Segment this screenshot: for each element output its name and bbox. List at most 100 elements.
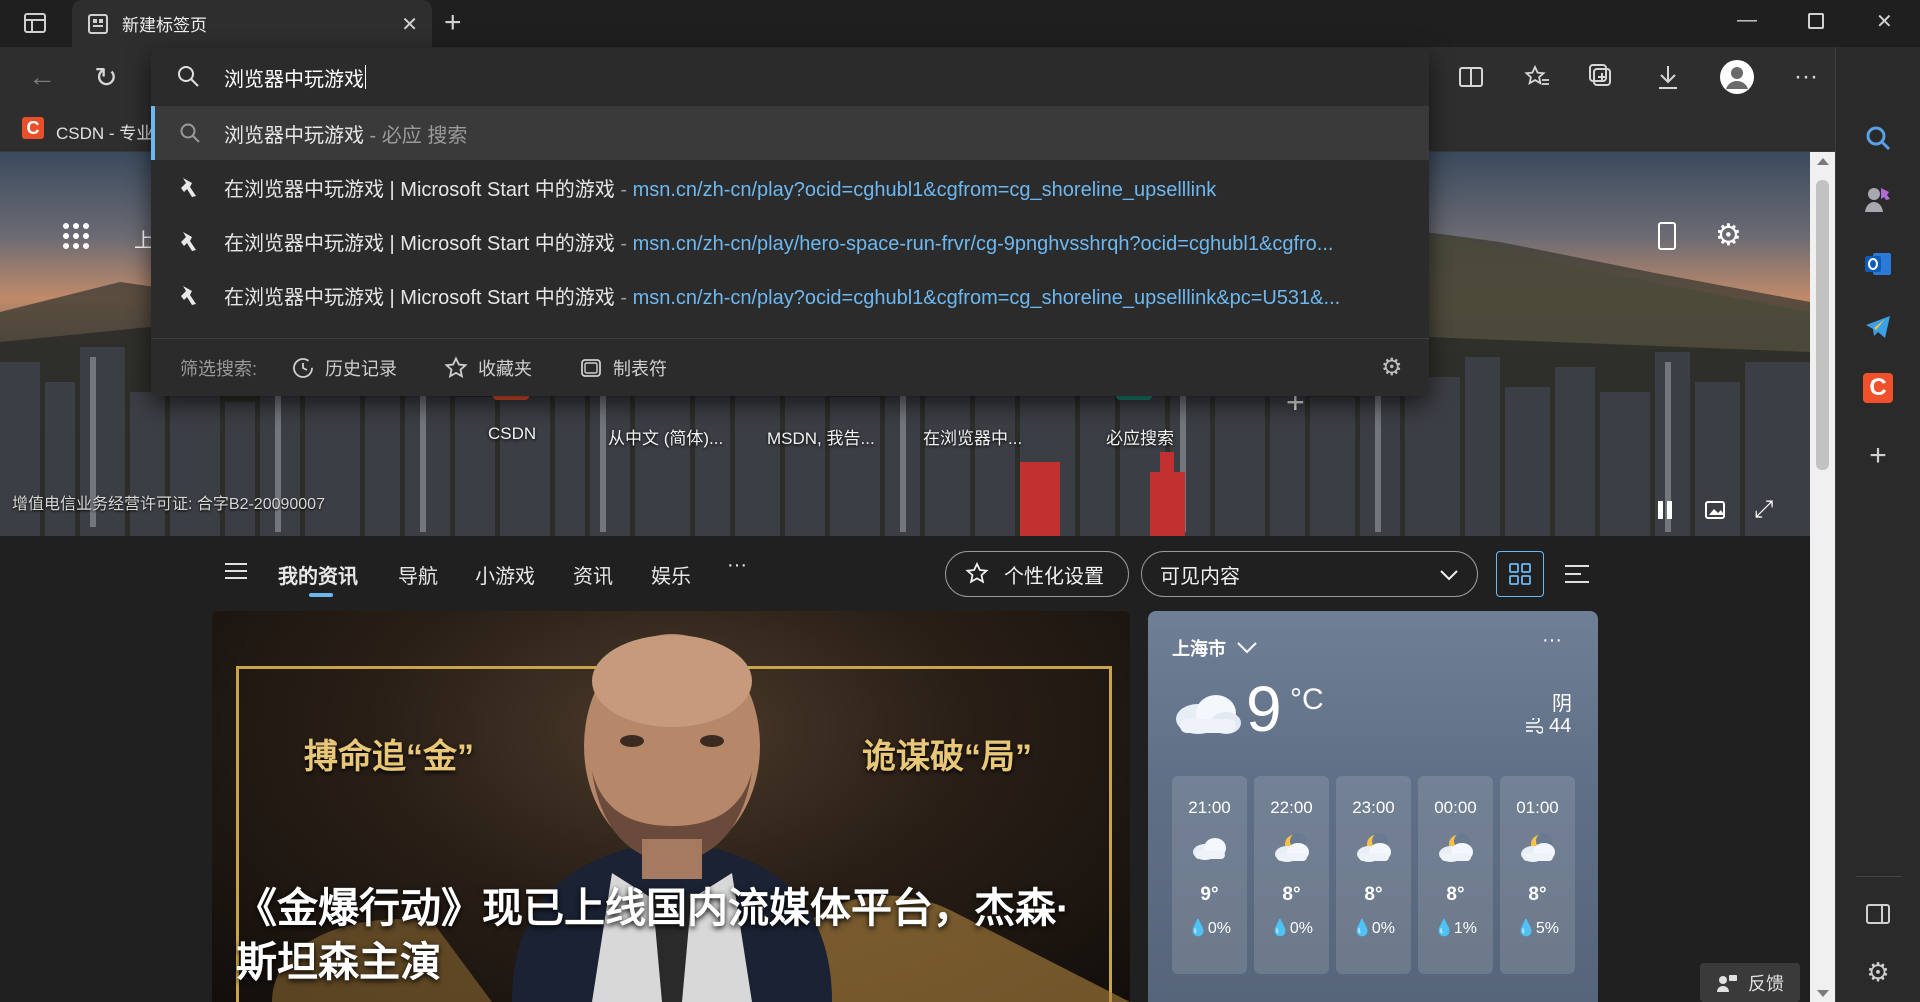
weather-unit: °C bbox=[1290, 683, 1324, 716]
sidebar-csdn-icon[interactable]: C bbox=[1863, 373, 1893, 403]
history-icon bbox=[291, 356, 315, 380]
refresh-icon[interactable]: ↻ bbox=[92, 62, 120, 93]
grid-view-button[interactable] bbox=[1496, 551, 1544, 597]
news-tab-my-feed[interactable]: 我的资讯 bbox=[278, 560, 358, 589]
hourly-forecast-item[interactable]: 23:00 8° 💧0% bbox=[1336, 776, 1411, 974]
weather-condition: 阴 bbox=[1552, 693, 1572, 715]
visible-content-select[interactable]: 可见内容 bbox=[1141, 551, 1478, 597]
more-options-icon[interactable]: ··· bbox=[1792, 63, 1820, 91]
sidebar-add-icon[interactable]: + bbox=[1861, 439, 1895, 473]
hourly-time: 00:00 bbox=[1434, 798, 1477, 817]
text-cursor bbox=[365, 65, 366, 89]
personalize-button[interactable]: 个性化设置 bbox=[945, 551, 1129, 597]
pause-icon[interactable] bbox=[1656, 500, 1674, 520]
hourly-forecast-item[interactable]: 22:00 8° 💧0% bbox=[1254, 776, 1329, 974]
quicklink-label[interactable]: 在浏览器中... bbox=[923, 424, 1022, 449]
hourly-temp: 8° bbox=[1282, 884, 1301, 905]
workspaces-icon[interactable] bbox=[24, 13, 46, 33]
suggestion-suffix: - 必应 搜索 bbox=[364, 124, 468, 147]
apps-launcher-icon[interactable] bbox=[62, 222, 90, 250]
restore-icon[interactable] bbox=[1808, 13, 1824, 29]
quicklink-label[interactable]: 从中文 (简体)... bbox=[608, 424, 723, 449]
tabs-icon bbox=[579, 356, 603, 380]
suggestion-history[interactable]: 在浏览器中玩游戏 | Microsoft Start 中的游戏 - msn.cn… bbox=[151, 160, 1429, 214]
suggestion-history[interactable]: 在浏览器中玩游戏 | Microsoft Start 中的游戏 - msn.cn… bbox=[151, 214, 1429, 268]
news-more-button[interactable]: ··· bbox=[727, 554, 747, 577]
suggestion-url: msn.cn/zh-cn/play/hero-space-run-frvr/cg… bbox=[632, 232, 1334, 255]
suggestion-history[interactable]: 在浏览器中玩游戏 | Microsoft Start 中的游戏 - msn.cn… bbox=[151, 268, 1429, 322]
scroll-down-arrow-icon[interactable] bbox=[1817, 990, 1829, 997]
air-quality-value: 44 bbox=[1549, 715, 1572, 737]
feedback-label: 反馈 bbox=[1748, 973, 1784, 994]
quicklink-label[interactable]: 必应搜索 bbox=[1106, 424, 1174, 449]
sidebar-settings-icon[interactable]: ⚙ bbox=[1861, 955, 1895, 989]
news-tab-news[interactable]: 资讯 bbox=[573, 560, 613, 589]
suggestion-settings-icon[interactable]: ⚙ bbox=[1381, 353, 1403, 382]
scroll-thumb[interactable] bbox=[1816, 180, 1829, 470]
weather-more-button[interactable]: ··· bbox=[1542, 629, 1562, 652]
feedback-icon bbox=[1716, 973, 1738, 993]
sidebar-search-icon[interactable] bbox=[1861, 121, 1895, 155]
filter-favorites-button[interactable]: 收藏夹 bbox=[444, 355, 532, 381]
active-tab-indicator bbox=[309, 593, 333, 597]
scroll-up-arrow-icon[interactable] bbox=[1817, 158, 1829, 165]
new-tab-icon[interactable]: + bbox=[444, 6, 462, 40]
tab-new-tab[interactable]: 新建标签页 ✕ bbox=[72, 0, 432, 47]
msn-games-icon bbox=[177, 282, 203, 308]
list-view-icon[interactable] bbox=[1565, 564, 1589, 589]
address-input[interactable]: 浏览器中玩游戏 bbox=[151, 48, 1429, 106]
new-tab-page-icon bbox=[88, 13, 108, 34]
phone-icon[interactable] bbox=[1658, 222, 1676, 250]
search-filter-bar: 筛选搜索: 历史记录 收藏夹 制表符 ⚙ bbox=[151, 338, 1429, 396]
suggestion-suffix: - bbox=[614, 232, 633, 255]
filter-tabs-label: 制表符 bbox=[613, 358, 667, 379]
hourly-time: 21:00 bbox=[1188, 798, 1231, 817]
split-screen-icon[interactable] bbox=[1457, 63, 1485, 91]
news-tab-mini-games[interactable]: 小游戏 bbox=[475, 560, 535, 589]
weather-card[interactable]: 上海市 ··· 9 °C 阴 44 21:00 9° 💧0% 22:00 8° … bbox=[1148, 611, 1598, 1002]
back-arrow-icon[interactable]: ← bbox=[28, 61, 56, 92]
suggestion-title: 浏览器中玩游戏 bbox=[224, 124, 364, 147]
filter-history-button[interactable]: 历史记录 bbox=[291, 355, 397, 381]
moon-cloud-icon bbox=[1436, 832, 1476, 864]
hamburger-menu-icon[interactable] bbox=[225, 562, 247, 580]
quicklink-label[interactable]: CSDN bbox=[488, 424, 536, 444]
page-settings-icon[interactable]: ⚙ bbox=[1715, 218, 1742, 253]
sidebar-outlook-icon[interactable] bbox=[1861, 247, 1895, 281]
expand-icon[interactable]: ⤢ bbox=[1754, 496, 1773, 524]
hourly-forecast-item[interactable]: 21:00 9° 💧0% bbox=[1172, 776, 1247, 974]
favorites-star-icon[interactable] bbox=[1523, 63, 1551, 91]
bookmark-csdn[interactable]: CSDN - 专业 bbox=[56, 119, 153, 144]
hero-headline[interactable]: 《金爆行动》现已上线国内流媒体平台，杰森·斯坦森主演 bbox=[236, 881, 1096, 989]
csdn-favicon-icon: C bbox=[22, 117, 44, 139]
collections-icon[interactable] bbox=[1588, 63, 1616, 91]
sidebar-games-icon[interactable] bbox=[1861, 182, 1895, 216]
weather-city[interactable]: 上海市 bbox=[1172, 635, 1258, 661]
minimize-icon[interactable]: — bbox=[1737, 9, 1757, 32]
news-tab-navigation[interactable]: 导航 bbox=[398, 560, 438, 589]
sparkle-star-icon bbox=[964, 561, 990, 587]
page-scrollbar[interactable] bbox=[1810, 152, 1835, 1002]
filter-tabs-button[interactable]: 制表符 bbox=[579, 355, 667, 381]
profile-avatar-icon[interactable] bbox=[1720, 60, 1754, 94]
close-tab-icon[interactable]: ✕ bbox=[401, 12, 418, 37]
hourly-time: 22:00 bbox=[1270, 798, 1313, 817]
raindrop-icon: 💧 bbox=[1269, 920, 1290, 937]
wallpaper-icon[interactable] bbox=[1704, 498, 1728, 522]
quicklink-label[interactable]: MSDN, 我告... bbox=[767, 424, 875, 449]
download-icon[interactable] bbox=[1654, 63, 1682, 91]
hourly-forecast-item[interactable]: 00:00 8° 💧1% bbox=[1418, 776, 1493, 974]
close-window-icon[interactable]: ✕ bbox=[1876, 9, 1893, 34]
hourly-precip: 💧0% bbox=[1172, 918, 1247, 938]
sidebar-telegram-icon[interactable] bbox=[1861, 310, 1895, 344]
personalize-label: 个性化设置 bbox=[1004, 565, 1104, 588]
suggestion-bing-search[interactable]: 浏览器中玩游戏 - 必应 搜索 bbox=[151, 106, 1429, 160]
sidebar-layout-icon[interactable] bbox=[1861, 897, 1895, 931]
suggestion-title: 在浏览器中玩游戏 | Microsoft Start 中的游戏 bbox=[224, 178, 615, 201]
feedback-button[interactable]: 反馈 bbox=[1700, 963, 1800, 1002]
suggestion-url: msn.cn/zh-cn/play?ocid=cghubl1&cgfrom=cg… bbox=[632, 178, 1217, 201]
edge-sidebar: C + ⚙ bbox=[1835, 47, 1920, 1002]
hero-news-card[interactable]: 搏命追“金” 诡谋破“局” 《金爆行动》现已上线国内流媒体平台，杰森·斯坦森主演 bbox=[212, 611, 1130, 1002]
hourly-forecast-item[interactable]: 01:00 8° 💧5% bbox=[1500, 776, 1575, 974]
news-tab-entertainment[interactable]: 娱乐 bbox=[651, 560, 691, 589]
